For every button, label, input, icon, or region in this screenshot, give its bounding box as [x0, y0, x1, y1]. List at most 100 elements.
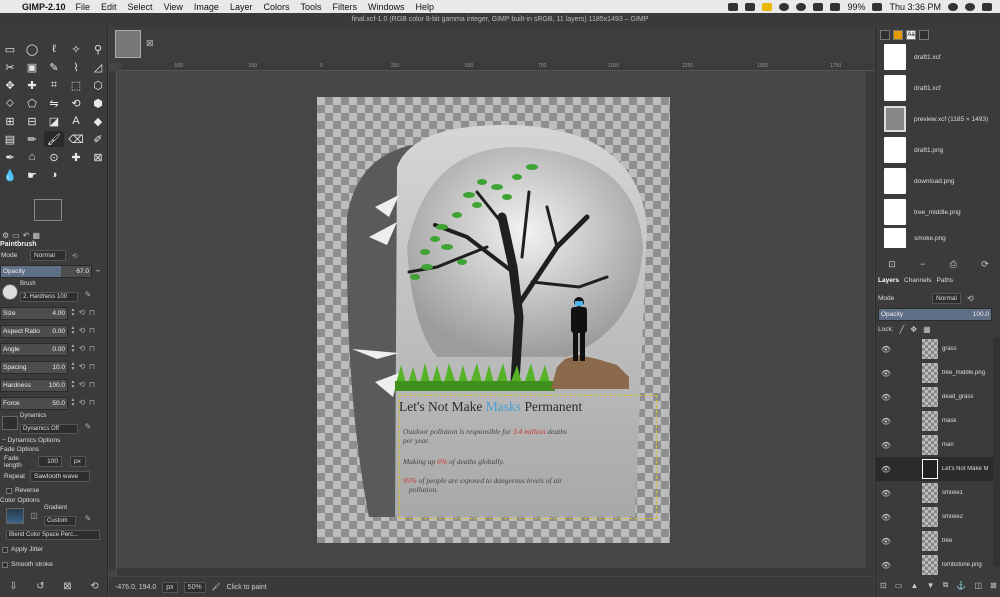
layer-row[interactable]: 👁 Let's Not Make M [876, 457, 994, 481]
reset-layer-mode-icon[interactable]: ⟲ [967, 294, 974, 303]
layer-thumbnail[interactable] [922, 411, 938, 431]
paths-icon[interactable]: ✎ [44, 59, 64, 75]
spacing-slider[interactable]: Spacing 10.0 [0, 361, 68, 374]
document-item[interactable]: draft1.xcf [884, 73, 1000, 103]
layer-name[interactable]: tree [942, 538, 992, 544]
gradient-select[interactable]: Custom [44, 516, 76, 526]
delete-options-icon[interactable]: ⊠ [63, 581, 71, 592]
reset-mode-icon[interactable]: ⟲ [72, 252, 77, 260]
restore-options-icon[interactable]: ↺ [36, 581, 44, 592]
measure-icon[interactable]: ◿ [88, 59, 108, 75]
visibility-eye-icon[interactable]: 👁 [876, 369, 896, 378]
menu-select[interactable]: Select [128, 2, 153, 12]
layer-name[interactable]: smoke2 [942, 514, 992, 520]
layer-thumbnail[interactable] [922, 555, 938, 575]
brush-preview[interactable] [2, 284, 18, 300]
layer-thumbnail[interactable] [922, 531, 938, 551]
move-icon[interactable]: ✥ [0, 77, 20, 93]
layer-name[interactable]: mask [942, 418, 992, 424]
mode-select[interactable]: Normal [30, 250, 66, 261]
layer-opacity-slider[interactable]: Opacity 100.0 [878, 308, 992, 321]
tab-layers[interactable]: Layers [878, 277, 899, 284]
clock[interactable]: Thu 3:36 PM [889, 2, 941, 12]
reset-options-icon[interactable]: ⟲ [90, 581, 98, 592]
align-icon[interactable]: ✚ [22, 77, 42, 93]
layer-name[interactable]: dead_grass [942, 394, 992, 400]
color-picker-icon[interactable]: ⌇ [66, 59, 86, 75]
visibility-eye-icon[interactable]: 👁 [876, 441, 896, 450]
layer-thumbnail[interactable] [922, 339, 938, 359]
blur-icon[interactable]: 💧 [0, 167, 20, 183]
dynamics-select[interactable]: Dynamics Off [20, 424, 78, 434]
heal-icon[interactable]: ✚ [66, 149, 86, 165]
open-document-icon[interactable]: ⊡ [888, 259, 896, 270]
refresh-documents-icon[interactable]: ⟳ [981, 259, 989, 270]
layer-name[interactable]: Let's Not Make M [942, 466, 992, 472]
visibility-eye-icon[interactable]: 👁 [876, 537, 896, 546]
control-center-icon[interactable] [982, 2, 992, 11]
edit-brush-icon[interactable]: ✎ [84, 290, 92, 300]
document-item[interactable]: smoke.png [884, 228, 1000, 248]
crop-icon[interactable]: ⌗ [44, 77, 64, 93]
visibility-eye-icon[interactable]: 👁 [876, 393, 896, 402]
layer-name[interactable]: smoke1 [942, 490, 992, 496]
tab-paths[interactable]: Paths [936, 277, 953, 284]
brushes-tab-icon[interactable] [880, 30, 890, 40]
zoom-icon[interactable]: ⚲ [88, 41, 108, 57]
perspective-icon[interactable]: ⬡ [88, 77, 108, 93]
smooth-stroke-check[interactable] [2, 561, 8, 568]
close-image-icon[interactable]: ⊠ [146, 38, 154, 49]
force-slider[interactable]: Force 50.0 [0, 397, 68, 410]
zoom-select[interactable]: 50% [183, 581, 206, 593]
save-options-icon[interactable]: ⇩ [9, 581, 17, 592]
menu-help[interactable]: Help [416, 2, 435, 12]
paintbrush-icon[interactable]: 🖌 [44, 131, 64, 147]
warp-icon[interactable]: ⬦ [0, 95, 20, 111]
new-group-icon[interactable]: ▭ [895, 581, 903, 590]
chain-icon[interactable]: ⌁ [94, 266, 102, 276]
brush-select[interactable]: 2. Hardness 100 [20, 292, 78, 302]
airbrush-icon[interactable]: ✐ [88, 131, 108, 147]
reverse-gradient-icon[interactable]: ◫ [30, 511, 38, 521]
battery-icon[interactable] [872, 2, 883, 11]
visibility-eye-icon[interactable]: 👁 [876, 561, 896, 570]
hardness-spin[interactable]: ▲ ▼ [70, 380, 76, 391]
layer-thumbnail[interactable] [922, 387, 938, 407]
opacity-slider[interactable]: Opacity 67.0 [0, 265, 92, 278]
fonts-tab-icon[interactable]: Aa [906, 30, 916, 40]
gradient-icon[interactable]: ▤ [0, 131, 20, 147]
visibility-eye-icon[interactable]: 👁 [876, 513, 896, 522]
angle-slider[interactable]: Angle 0.00 [0, 343, 68, 356]
device-status-tab-icon[interactable]: ▭ [12, 231, 20, 240]
link-angle-icon[interactable]: ⊓ [88, 344, 96, 354]
layer-row[interactable]: 👁 grass [876, 337, 994, 361]
tray-app-icon[interactable] [779, 2, 790, 11]
layer-thumbnail[interactable] [922, 363, 938, 383]
vertical-ruler[interactable] [109, 71, 117, 571]
reset-spacing-icon[interactable]: ⟲ [78, 362, 86, 372]
app-menu[interactable]: GIMP-2.10 [22, 2, 66, 12]
edit-gradient-icon[interactable]: ✎ [84, 514, 92, 524]
scissors-icon[interactable]: ✂ [0, 59, 20, 75]
layer-thumbnail[interactable] [922, 507, 938, 527]
layers-scrollbar[interactable] [993, 337, 1000, 567]
handle-transform-icon[interactable]: ⊞ [0, 113, 20, 129]
rotate-icon[interactable]: ⟲ [66, 95, 86, 111]
reverse-checkbox[interactable]: Reverse [6, 487, 39, 494]
angle-spin[interactable]: ▲ ▼ [70, 344, 76, 355]
layer-row[interactable]: 👁 mask [876, 409, 994, 433]
menu-view[interactable]: View [164, 2, 183, 12]
layer-thumbnail[interactable] [922, 483, 938, 503]
menu-windows[interactable]: Windows [368, 2, 405, 12]
link-hardness-icon[interactable]: ⊓ [88, 380, 96, 390]
seamless-clone-icon[interactable]: ⊟ [22, 113, 42, 129]
mypaint-brush-icon[interactable]: ⌂ [22, 149, 42, 165]
layer-mode-select[interactable]: Normal [932, 293, 961, 304]
vertical-scrollbar[interactable] [866, 71, 874, 568]
document-item[interactable]: download.png [884, 166, 1000, 196]
link-force-icon[interactable]: ⊓ [88, 398, 96, 408]
mask-layer-icon[interactable]: ◫ [975, 581, 983, 590]
canvas-area[interactable]: -500 -250 0 250 500 750 1000 1250 1500 1… [109, 63, 874, 580]
layer-row[interactable]: 👁 tree_middle.png [876, 361, 994, 385]
rect-select-icon[interactable]: ▭ [0, 41, 20, 57]
